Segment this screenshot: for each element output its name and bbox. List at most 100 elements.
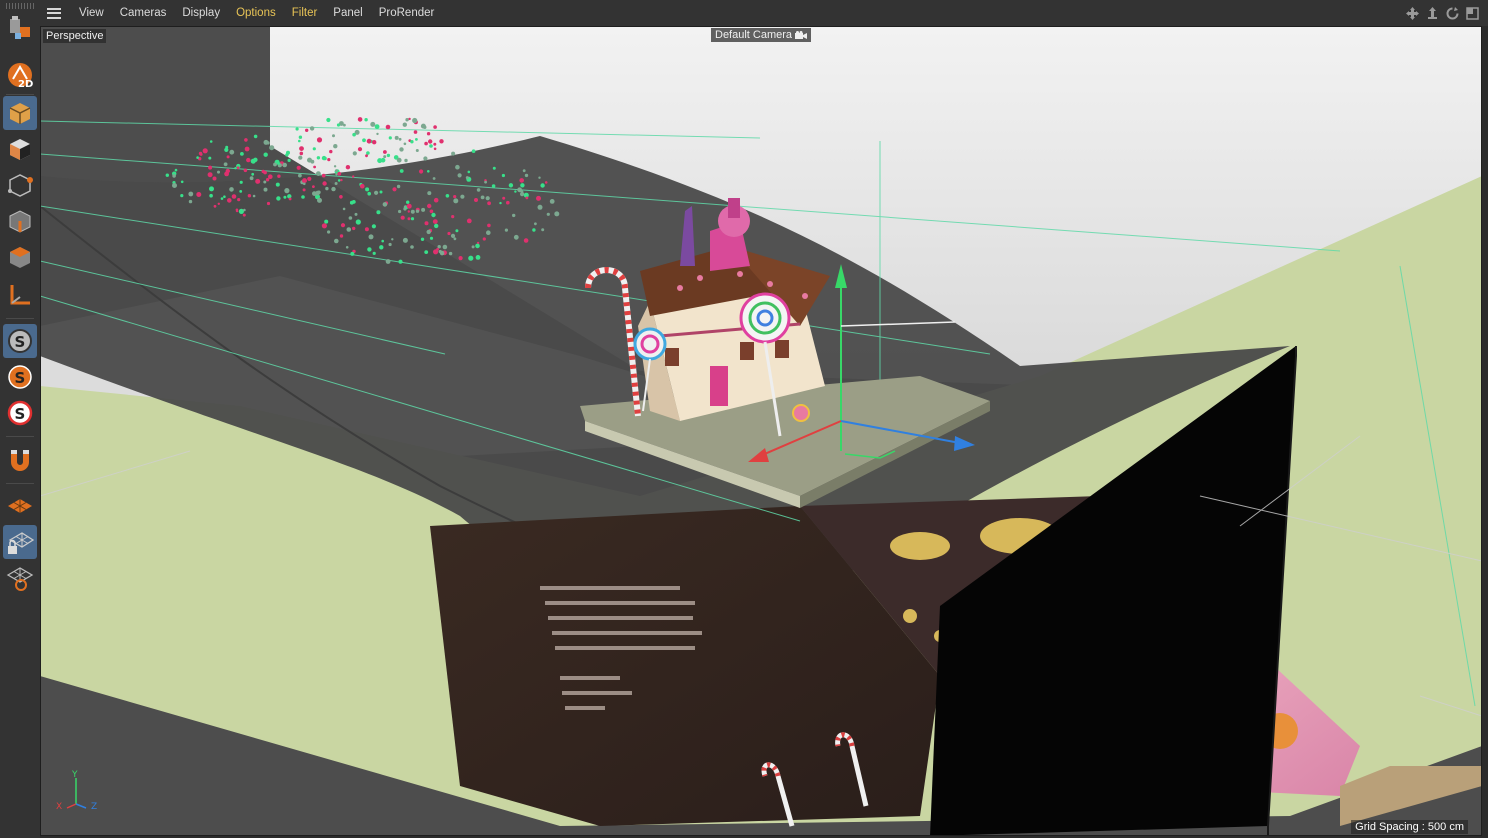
particle — [229, 149, 235, 155]
zoom-view-icon[interactable] — [1426, 7, 1439, 20]
particle — [298, 173, 302, 178]
particle — [453, 195, 457, 199]
particle — [239, 180, 243, 184]
2d-snap-icon[interactable]: 2D — [3, 58, 37, 92]
particle — [475, 243, 480, 249]
menu-panel[interactable]: Panel — [325, 0, 370, 26]
particle — [517, 187, 522, 193]
particle — [362, 138, 366, 143]
particle — [240, 152, 244, 156]
particle — [326, 117, 331, 123]
particle — [482, 237, 486, 241]
particle — [379, 245, 384, 250]
particle — [299, 146, 304, 151]
particle — [352, 175, 355, 178]
lock-workplane-icon[interactable] — [3, 525, 37, 559]
particle — [346, 227, 352, 232]
particle — [406, 200, 410, 204]
particle — [343, 123, 346, 127]
particle — [434, 223, 439, 229]
particle — [455, 164, 460, 170]
camera-label[interactable]: Default Camera — [711, 28, 812, 42]
particle — [427, 170, 430, 173]
particle — [334, 238, 339, 244]
particle — [471, 245, 475, 249]
particle — [424, 221, 429, 226]
particle — [433, 125, 437, 129]
snap-icon[interactable]: S — [3, 324, 37, 358]
particle — [247, 194, 252, 198]
particle — [457, 173, 462, 178]
particle — [396, 157, 402, 163]
model-mode-icon[interactable] — [3, 96, 37, 130]
particle — [400, 215, 405, 220]
magnet-icon[interactable] — [3, 443, 37, 477]
particle — [198, 151, 203, 156]
particle — [407, 210, 410, 213]
hamburger-menu-icon[interactable] — [47, 7, 61, 19]
particle — [327, 230, 331, 234]
particle — [520, 183, 525, 188]
particle — [317, 190, 321, 195]
polygons-mode-icon[interactable] — [3, 240, 37, 274]
menu-cameras[interactable]: Cameras — [112, 0, 175, 26]
texture-mode-icon[interactable] — [3, 132, 37, 166]
particle — [429, 236, 434, 240]
perspective-viewport[interactable] — [40, 26, 1482, 836]
coordinate-system-icon[interactable] — [3, 10, 37, 44]
particle — [385, 259, 391, 264]
move-view-icon[interactable] — [1406, 7, 1419, 20]
particle — [336, 123, 341, 127]
particle — [207, 172, 213, 178]
particle — [302, 188, 306, 192]
particle — [407, 217, 411, 221]
rotate-view-icon[interactable] — [1446, 7, 1459, 20]
particle — [421, 207, 426, 212]
particle — [450, 233, 456, 238]
particle — [332, 134, 335, 138]
particle — [263, 180, 267, 184]
axis-mode-icon[interactable] — [3, 278, 37, 312]
particle — [249, 176, 254, 181]
particle — [312, 185, 315, 189]
workplane-align-icon[interactable] — [3, 561, 37, 595]
menu-prorender[interactable]: ProRender — [371, 0, 443, 26]
particle — [399, 147, 404, 152]
points-mode-icon[interactable] — [3, 168, 37, 202]
particle — [381, 239, 385, 243]
particle — [339, 195, 343, 199]
palette-grip[interactable] — [6, 3, 34, 9]
particle — [342, 207, 346, 211]
particle — [234, 167, 237, 170]
particle — [224, 147, 229, 152]
menu-filter[interactable]: Filter — [284, 0, 326, 26]
particle — [266, 201, 271, 206]
particle — [448, 251, 453, 256]
svg-text:2D: 2D — [18, 79, 33, 89]
menu-display[interactable]: Display — [174, 0, 228, 26]
snap-grid-icon[interactable]: S — [3, 396, 37, 430]
particle — [345, 246, 349, 249]
workplane-icon[interactable] — [3, 489, 37, 523]
particle — [334, 182, 338, 185]
particle — [519, 178, 524, 183]
edges-mode-icon[interactable] — [3, 204, 37, 238]
particle — [357, 117, 363, 122]
particle — [466, 218, 472, 224]
particle — [499, 201, 502, 205]
particle — [298, 135, 303, 139]
particle — [391, 238, 394, 241]
menu-options[interactable]: Options — [228, 0, 284, 26]
particle — [420, 237, 425, 241]
camera-name: Default Camera — [715, 29, 793, 41]
particle — [243, 168, 248, 173]
particle — [485, 196, 490, 201]
particle — [536, 195, 541, 201]
particle — [471, 149, 476, 153]
menu-view[interactable]: View — [71, 0, 112, 26]
snap-settings-icon[interactable]: S — [3, 360, 37, 394]
tool-palette: 2D S S S — [0, 0, 40, 838]
maximize-view-icon[interactable] — [1466, 7, 1479, 20]
particle — [367, 247, 372, 252]
particle — [357, 147, 363, 152]
